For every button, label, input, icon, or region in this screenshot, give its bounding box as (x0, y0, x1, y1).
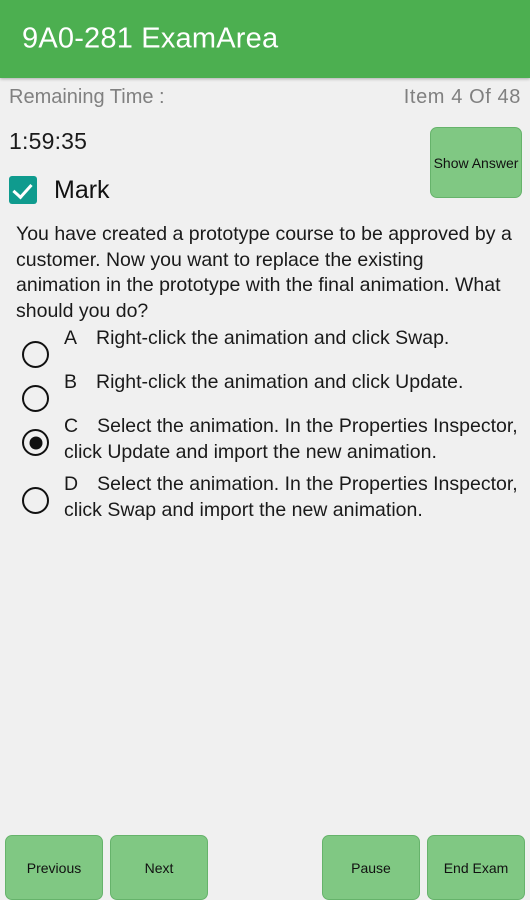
remaining-time-label: Remaining Time : (9, 86, 165, 108)
radio-button-icon[interactable] (22, 487, 49, 514)
radio-button-icon[interactable] (22, 341, 49, 368)
answer-options-list: A Right-click the animation and click Swa… (16, 325, 521, 529)
answer-option-body: Select the animation. In the Properties … (64, 473, 518, 521)
answer-option-body: Right-click the animation and click Upda… (96, 371, 464, 393)
pause-button[interactable]: Pause (322, 835, 420, 900)
answer-option-letter: B (64, 371, 78, 393)
question-text: You have created a prototype course to b… (16, 223, 512, 322)
end-exam-button[interactable]: End Exam (427, 835, 525, 900)
answer-option-letter: A (64, 327, 78, 349)
answer-option-b[interactable]: B Right-click the animation and click Upd… (16, 369, 521, 412)
next-button[interactable]: Next (110, 835, 208, 900)
answer-option-body: Right-click the animation and click Swap… (96, 327, 450, 349)
answer-option-text: B Right-click the animation and click Upd… (64, 369, 521, 395)
countdown-timer-value: 1:59:35 (9, 128, 88, 154)
radio-button-icon[interactable] (22, 385, 49, 412)
answer-option-letter: D (64, 473, 79, 495)
exam-status-row: Remaining Time : Item 4 Of 48 (0, 86, 530, 118)
answer-option-text: D Select the animation. In the Properties… (64, 471, 521, 523)
show-answer-button[interactable]: Show Answer (430, 127, 522, 198)
answer-option-text: C Select the animation. In the Properties… (64, 413, 521, 465)
radio-button-selected-icon[interactable] (22, 429, 49, 456)
app-header-bar: 9A0-281 ExamArea (0, 0, 530, 78)
answer-option-a[interactable]: A Right-click the animation and click Swa… (16, 325, 521, 368)
answer-option-text: A Right-click the animation and click Swa… (64, 325, 521, 351)
answer-option-body: Select the animation. In the Properties … (64, 415, 518, 463)
mark-question-checkbox-row[interactable]: Mark (9, 173, 110, 207)
page-title: 9A0-281 ExamArea (22, 22, 279, 55)
answer-option-d[interactable]: D Select the animation. In the Properties… (16, 471, 521, 523)
bottom-navigation-bar: Previous Next Pause End Exam (0, 825, 530, 900)
mark-label: Mark (54, 175, 110, 204)
item-counter-label: Item 4 Of 48 (403, 86, 521, 108)
previous-button[interactable]: Previous (5, 835, 103, 900)
answer-option-letter: C (64, 415, 79, 437)
answer-option-c[interactable]: C Select the animation. In the Properties… (16, 413, 521, 465)
checkmark-icon[interactable] (9, 176, 37, 204)
